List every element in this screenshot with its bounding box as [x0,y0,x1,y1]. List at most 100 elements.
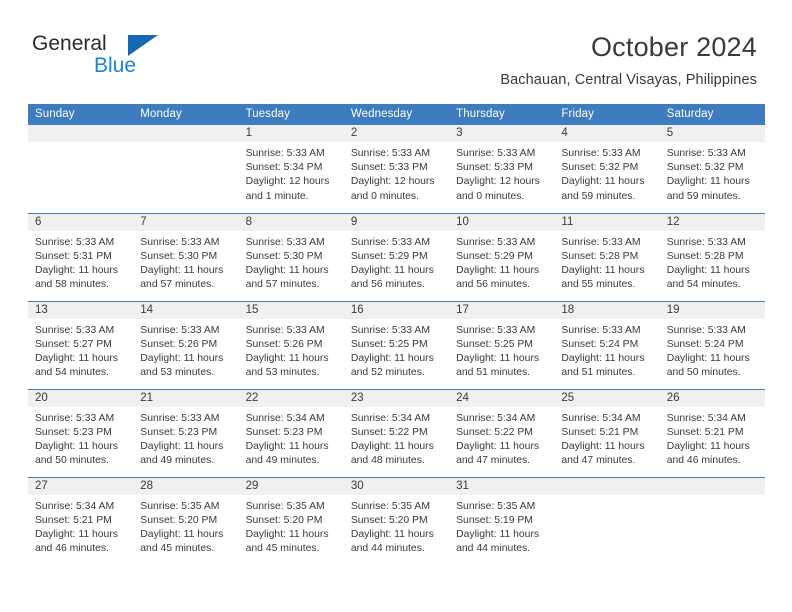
calendar-day-cell[interactable]: 7 Sunrise: 5:33 AM Sunset: 5:30 PM Daylight… [133,212,239,301]
daylight-text-line1: Daylight: 11 hours [561,352,645,364]
daylight-text-line2: and 45 minutes. [140,543,215,555]
sunset-text: Sunset: 5:22 PM [456,426,533,438]
sunrise-text: Sunrise: 5:33 AM [350,148,430,159]
daylight-text-line2: and 57 minutes. [245,279,320,291]
page-title: October 2024 [590,32,757,62]
calendar-day-cell[interactable]: 24 Sunrise: 5:34 AM Sunset: 5:22 PM Dayligh… [449,388,555,477]
daylight-text-line1: Daylight: 11 hours [456,440,540,452]
calendar-day-cell[interactable]: 22 Sunrise: 5:34 AM Sunset: 5:23 PM Dayligh… [238,388,344,477]
calendar-page: General Blue October 2024 Bachauan, Cent… [0,0,792,612]
daylight-text-line1: Daylight: 11 hours [140,440,224,452]
calendar-day-cell-empty [28,125,134,213]
calendar-day-cell[interactable]: 21 Sunrise: 5:33 AM Sunset: 5:23 PM Dayligh… [133,388,239,477]
calendar-day-cell[interactable]: 2 Sunrise: 5:33 AM Sunset: 5:33 PM Daylight… [343,125,450,213]
day-details: Sunrise: 5:33 AM Sunset: 5:25 PM Daylight:… [449,319,554,381]
sunset-text: Sunset: 5:23 PM [245,426,323,438]
day-details: Sunrise: 5:33 AM Sunset: 5:30 PM Daylight:… [239,231,344,293]
day-number: 25 [554,389,660,407]
calendar-day-cell[interactable]: 12 Sunrise: 5:33 AM Sunset: 5:28 PM Dayligh… [659,212,765,301]
daylight-text-line2: and 55 minutes. [561,279,636,291]
calendar-day-cell[interactable]: 23 Sunrise: 5:34 AM Sunset: 5:22 PM Dayligh… [343,388,450,477]
daylight-text-line2: and 59 minutes. [561,190,636,202]
day-number: 23 [343,389,450,407]
sunset-text: Sunset: 5:32 PM [666,162,744,174]
calendar-day-cell[interactable]: 13 Sunrise: 5:33 AM Sunset: 5:27 PM Dayligh… [28,300,134,389]
sunset-text: Sunset: 5:22 PM [350,426,428,438]
day-details: Sunrise: 5:33 AM Sunset: 5:28 PM Daylight:… [554,231,659,293]
day-number [28,125,134,142]
day-details: Sunrise: 5:33 AM Sunset: 5:23 PM Daylight:… [133,407,238,469]
calendar-day-cell[interactable]: 26 Sunrise: 5:34 AM Sunset: 5:21 PM Dayligh… [659,388,765,477]
daylight-text-line2: and 58 minutes. [35,279,109,291]
daylight-text-line1: Daylight: 11 hours [350,264,434,276]
day-details: Sunrise: 5:33 AM Sunset: 5:26 PM Daylight:… [133,319,238,381]
day-number: 27 [28,477,134,495]
day-number: 16 [343,301,450,319]
calendar-day-cell[interactable]: 18 Sunrise: 5:33 AM Sunset: 5:24 PM Dayligh… [554,300,660,389]
calendar-day-cell[interactable]: 28 Sunrise: 5:35 AM Sunset: 5:20 PM Dayligh… [133,476,239,565]
calendar-day-cell[interactable]: 4 Sunrise: 5:33 AM Sunset: 5:32 PM Daylight… [554,125,660,213]
daylight-text-line2: and 44 minutes. [456,543,531,555]
calendar-day-cell[interactable]: 3 Sunrise: 5:33 AM Sunset: 5:33 PM Daylight… [449,125,555,213]
daylight-text-line1: Daylight: 11 hours [245,440,329,452]
sunrise-text: Sunrise: 5:33 AM [245,148,325,159]
day-number: 29 [238,477,344,495]
daylight-text-line1: Daylight: 11 hours [245,264,329,276]
calendar-header-row: Sunday Monday Tuesday Wednesday Thursday… [28,104,765,125]
calendar-day-cell[interactable]: 9 Sunrise: 5:33 AM Sunset: 5:29 PM Daylight… [343,212,450,301]
calendar-day-cell[interactable]: 15 Sunrise: 5:33 AM Sunset: 5:26 PM Dayligh… [238,300,344,389]
day-number: 3 [449,125,555,142]
daylight-text-line2: and 56 minutes. [350,279,425,291]
day-details: Sunrise: 5:34 AM Sunset: 5:21 PM Daylight:… [554,407,659,469]
daylight-text-line2: and 53 minutes. [140,367,215,379]
day-details: Sunrise: 5:34 AM Sunset: 5:22 PM Daylight:… [449,407,554,469]
calendar-day-cell[interactable]: 29 Sunrise: 5:35 AM Sunset: 5:20 PM Dayligh… [238,476,344,565]
day-details: Sunrise: 5:33 AM Sunset: 5:23 PM Daylight:… [28,407,133,469]
calendar-day-cell[interactable]: 1 Sunrise: 5:33 AM Sunset: 5:34 PM Daylight… [238,125,344,213]
sunrise-text: Sunrise: 5:33 AM [561,148,641,159]
weekday-header-tuesday: Tuesday [238,104,344,125]
calendar-day-cell[interactable]: 8 Sunrise: 5:33 AM Sunset: 5:30 PM Daylight… [238,212,344,301]
calendar-day-cell[interactable]: 31 Sunrise: 5:35 AM Sunset: 5:19 PM Dayligh… [449,476,555,565]
day-number: 31 [449,477,555,495]
sunrise-text: Sunrise: 5:33 AM [245,324,325,336]
daylight-text-line2: and 59 minutes. [666,190,741,202]
calendar-week-row: 13 Sunrise: 5:33 AM Sunset: 5:27 PM Dayligh… [28,300,765,389]
daylight-text-line1: Daylight: 12 hours [245,176,330,188]
calendar-day-cell[interactable]: 17 Sunrise: 5:33 AM Sunset: 5:25 PM Dayligh… [449,300,555,389]
calendar-day-cell[interactable]: 5 Sunrise: 5:33 AM Sunset: 5:32 PM Daylight… [659,125,765,213]
daylight-text-line1: Daylight: 11 hours [666,440,750,452]
calendar-day-cell[interactable]: 19 Sunrise: 5:33 AM Sunset: 5:24 PM Dayligh… [659,300,765,389]
calendar-day-cell[interactable]: 30 Sunrise: 5:35 AM Sunset: 5:20 PM Dayligh… [343,476,450,565]
day-details: Sunrise: 5:33 AM Sunset: 5:30 PM Daylight:… [133,231,238,293]
day-number: 30 [343,477,450,495]
calendar-day-cell[interactable]: 14 Sunrise: 5:33 AM Sunset: 5:26 PM Dayligh… [133,300,239,389]
day-details: Sunrise: 5:33 AM Sunset: 5:32 PM Daylight:… [554,142,659,204]
calendar-day-cell[interactable]: 27 Sunrise: 5:34 AM Sunset: 5:21 PM Dayligh… [28,476,134,565]
day-number: 28 [133,477,239,495]
daylight-text-line2: and 54 minutes. [35,367,109,379]
day-number: 19 [659,301,765,319]
weekday-header-wednesday: Wednesday [343,104,450,125]
calendar-day-cell[interactable]: 25 Sunrise: 5:34 AM Sunset: 5:21 PM Dayligh… [554,388,660,477]
calendar-day-cell[interactable]: 10 Sunrise: 5:33 AM Sunset: 5:29 PM Dayligh… [449,212,555,301]
calendar-day-cell[interactable]: 16 Sunrise: 5:33 AM Sunset: 5:25 PM Dayligh… [343,300,450,389]
sunrise-text: Sunrise: 5:33 AM [35,236,115,248]
sunrise-text: Sunrise: 5:33 AM [456,236,536,248]
daylight-text-line2: and 46 minutes. [666,455,741,467]
sunset-text: Sunset: 5:28 PM [561,250,639,262]
calendar-day-cell[interactable]: 20 Sunrise: 5:33 AM Sunset: 5:23 PM Dayligh… [28,388,134,477]
day-details: Sunrise: 5:33 AM Sunset: 5:34 PM Daylight:… [239,142,344,204]
day-details: Sunrise: 5:33 AM Sunset: 5:33 PM Daylight:… [344,142,449,204]
title-block: October 2024 Bachauan, Central Visayas, … [500,30,757,90]
daylight-text-line2: and 48 minutes. [350,455,425,467]
calendar-day-cell[interactable]: 6 Sunrise: 5:33 AM Sunset: 5:31 PM Daylight… [28,212,134,301]
page-subtitle: Bachauan, Central Visayas, Philippines [500,72,757,88]
day-details: Sunrise: 5:35 AM Sunset: 5:20 PM Daylight:… [133,495,238,557]
sunset-text: Sunset: 5:26 PM [140,338,218,350]
day-number: 10 [449,213,555,231]
logo-text-general: General [32,32,107,55]
sunrise-text: Sunrise: 5:35 AM [350,500,430,512]
calendar-day-cell-empty [133,125,239,213]
calendar-day-cell[interactable]: 11 Sunrise: 5:33 AM Sunset: 5:28 PM Dayligh… [554,212,660,301]
